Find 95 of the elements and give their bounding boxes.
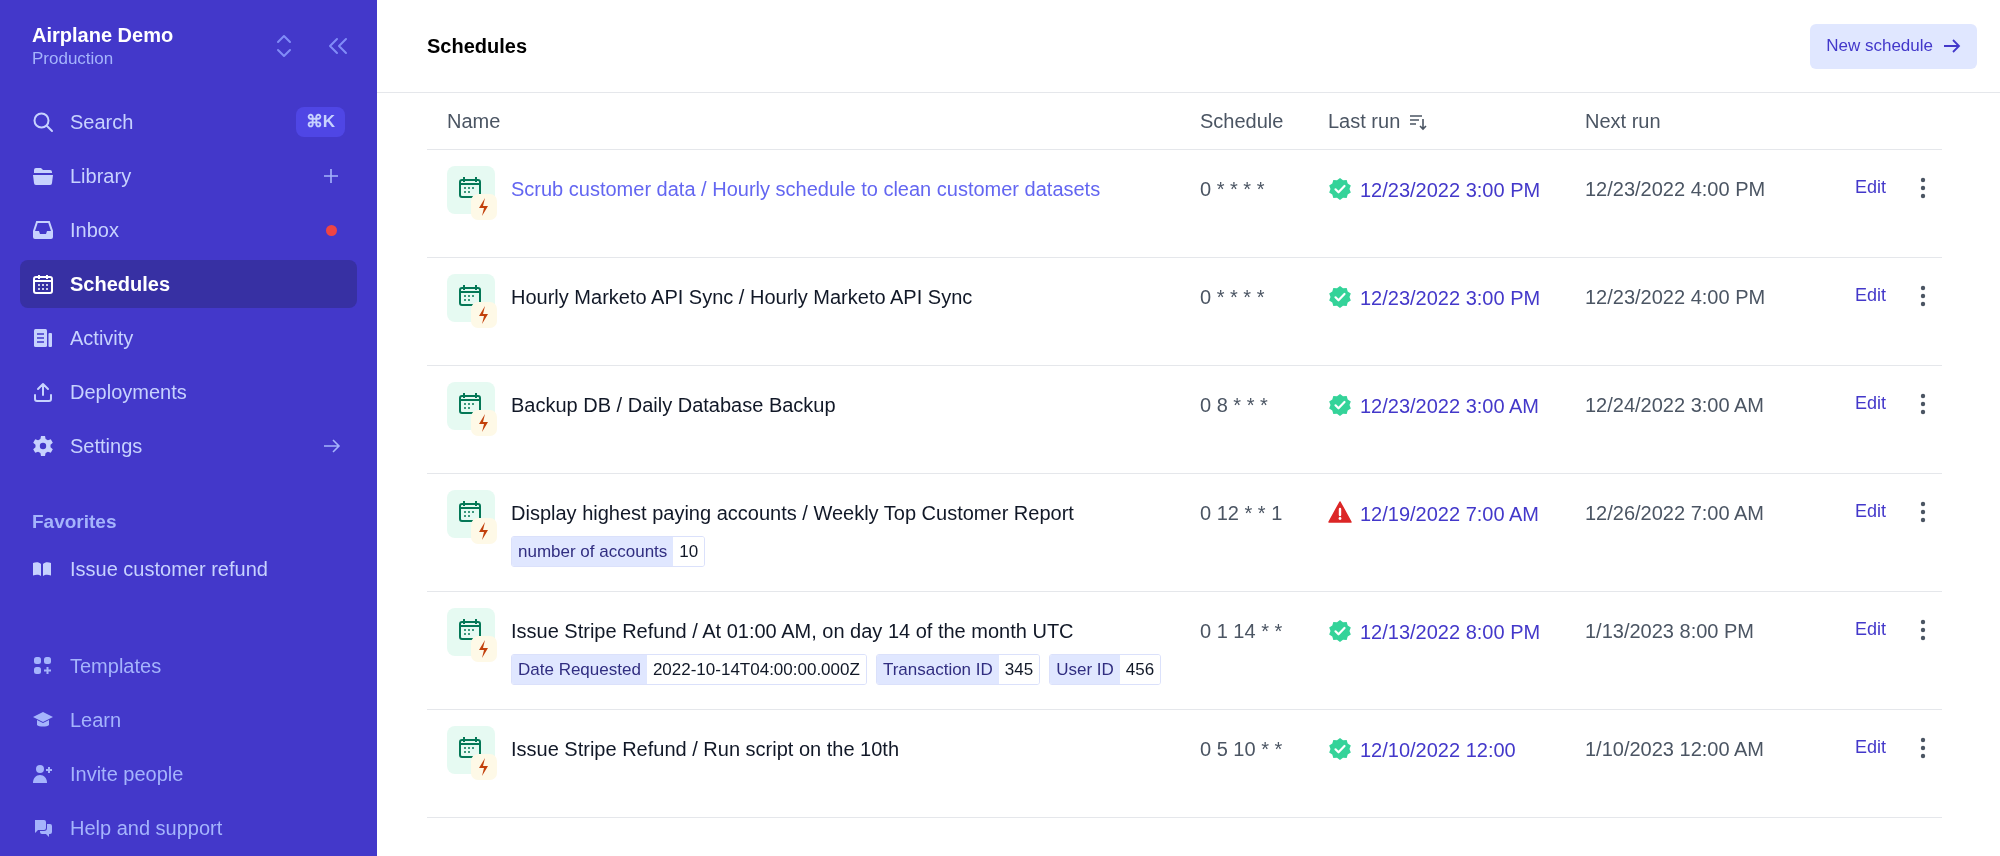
favorite-item[interactable]: Issue customer refund <box>20 544 357 593</box>
more-options-icon[interactable] <box>1920 736 1926 759</box>
last-run-link[interactable]: 12/19/2022 7:00 AM <box>1360 500 1540 529</box>
edit-link[interactable]: Edit <box>1854 734 1886 761</box>
edit-link[interactable]: Edit <box>1854 174 1886 201</box>
schedule-task-icon <box>447 608 499 662</box>
cron-expression: 0 * * * * <box>1200 285 1266 310</box>
folder-icon <box>32 165 54 187</box>
settings-icon <box>32 435 54 457</box>
more-options-icon[interactable] <box>1920 284 1926 307</box>
next-run-time: 1/10/2023 12:00 AM <box>1585 737 1766 762</box>
column-header[interactable]: Next run <box>1585 106 1835 136</box>
schedule-task-icon <box>447 382 499 436</box>
cron-expression: 0 1 14 * * <box>1200 619 1284 644</box>
favorite-label: Issue customer refund <box>70 556 268 582</box>
search-icon <box>32 111 54 133</box>
nav-item[interactable]: Inbox <box>20 206 357 254</box>
plus-icon[interactable] <box>323 168 339 184</box>
nav-item[interactable]: Schedules <box>20 260 357 308</box>
schedule-name-link[interactable]: Hourly Marketo API Sync / Hourly Marketo API Sync <box>511 284 973 310</box>
arrow-right-icon[interactable] <box>323 438 341 454</box>
environment-name: Production <box>32 48 115 70</box>
collapse-icon[interactable] <box>327 37 349 55</box>
last-run-link[interactable]: 12/23/2022 3:00 AM <box>1360 392 1540 421</box>
section-heading: Favorites <box>31 510 118 534</box>
nav-item[interactable]: Learn <box>20 696 357 744</box>
nav-item[interactable]: Library <box>20 152 357 200</box>
schedule-name-link[interactable]: Display highest paying accounts / Weekly Top Customer Report <box>511 500 1074 526</box>
new-schedule-button[interactable]: New schedule <box>1810 23 1977 69</box>
schedule-name-link[interactable]: Issue Stripe Refund / At 01:00 AM, on day 14 of the month UTC <box>511 618 1162 644</box>
nav-item[interactable]: Activity <box>20 314 357 362</box>
arrow-right-icon <box>1943 38 1961 54</box>
nav-label: Deployments <box>70 380 188 405</box>
nav-item[interactable]: Settings <box>20 422 357 470</box>
cron-expression: 0 * * * * <box>1200 177 1266 202</box>
schedule-name-link[interactable]: Issue Stripe Refund / Run script on the 10th <box>511 736 899 762</box>
nav-label: Library <box>70 164 133 189</box>
nav-label: Activity <box>70 326 135 351</box>
next-run-time: 12/23/2022 4:00 PM <box>1585 285 1767 310</box>
more-options-icon[interactable] <box>1920 176 1926 199</box>
nav-item[interactable]: Help and support <box>20 804 357 852</box>
next-run-time: 12/24/2022 3:00 AM <box>1585 393 1766 418</box>
next-run-time: 12/26/2022 7:00 AM <box>1585 501 1766 526</box>
edit-link[interactable]: Edit <box>1854 282 1886 309</box>
parameter-chip: User ID 456 <box>1049 654 1162 685</box>
upload-icon <box>32 381 54 403</box>
nav-label: Schedules <box>70 272 172 297</box>
last-run-link[interactable]: 12/13/2022 8:00 PM <box>1360 618 1541 647</box>
nav-label: Help and support <box>70 816 223 841</box>
edit-link[interactable]: Edit <box>1854 498 1886 525</box>
cron-expression: 0 5 10 * * <box>1200 737 1284 762</box>
next-run-time: 1/13/2023 8:00 PM <box>1585 619 1755 644</box>
schedule-task-icon <box>447 490 499 544</box>
more-options-icon[interactable] <box>1920 618 1926 641</box>
nav-label: Search <box>70 110 135 135</box>
more-options-icon[interactable] <box>1920 392 1926 415</box>
nav-label: Settings <box>70 434 144 459</box>
edit-link[interactable]: Edit <box>1854 390 1886 417</box>
chevron-up-down-icon[interactable] <box>275 33 293 59</box>
newspaper-icon <box>32 327 54 349</box>
inbox-tray-icon <box>32 219 54 241</box>
cron-expression: 0 12 * * 1 <box>1200 501 1284 526</box>
schedule-name-link[interactable]: Scrub customer data / Hourly schedule to clean customer datasets <box>511 176 1101 202</box>
nav-label: Invite people <box>70 762 184 787</box>
nav-item[interactable]: Search ⌘K <box>20 98 357 146</box>
parameter-chip: Date Requested 2022-10-14T04:00:00.000Z <box>511 654 867 685</box>
last-run-link[interactable]: 12/23/2022 3:00 PM <box>1360 284 1541 313</box>
nav-label: Learn <box>70 708 122 733</box>
parameter-chip: number of accounts 10 <box>511 536 706 567</box>
calendar-icon <box>32 273 54 295</box>
last-run-link[interactable]: 12/23/2022 3:00 PM <box>1360 176 1541 205</box>
chat-bubbles-icon <box>32 817 54 839</box>
more-options-icon[interactable] <box>1920 500 1926 523</box>
shortcut-badge: ⌘K <box>295 107 345 137</box>
column-header[interactable]: Name <box>427 106 1200 136</box>
column-header[interactable]: Schedule <box>1200 106 1328 136</box>
column-header[interactable]: Last run <box>1328 106 1585 136</box>
schedule-name-link[interactable]: Backup DB / Daily Database Backup <box>511 392 836 418</box>
nav-item[interactable]: Templates <box>20 642 357 690</box>
cron-expression: 0 8 * * * <box>1200 393 1269 418</box>
edit-link[interactable]: Edit <box>1854 616 1886 643</box>
user-plus-icon <box>32 763 54 785</box>
last-run-link[interactable]: 12/10/2022 12:00 <box>1360 736 1516 765</box>
next-run-time: 12/23/2022 4:00 PM <box>1585 177 1767 202</box>
schedule-task-icon <box>447 166 499 220</box>
nav-label: Inbox <box>70 218 120 243</box>
page-title: Schedules <box>427 34 528 59</box>
nav-label: Templates <box>70 654 162 679</box>
workspace-name: Airplane Demo <box>32 23 175 48</box>
schedule-task-icon <box>447 726 499 780</box>
parameter-chip: Transaction ID 345 <box>875 654 1041 685</box>
nav-item[interactable]: Invite people <box>20 750 357 798</box>
squares-plus-icon <box>32 655 54 677</box>
nav-item[interactable]: Deployments <box>20 368 357 416</box>
schedule-task-icon <box>447 274 499 328</box>
